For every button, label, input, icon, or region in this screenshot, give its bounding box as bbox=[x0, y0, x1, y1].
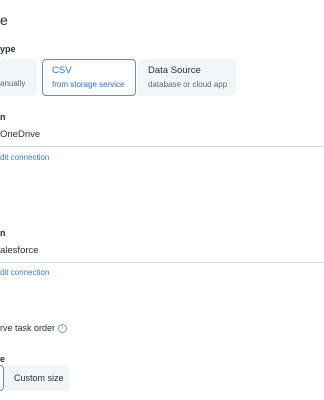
size-label: e bbox=[0, 354, 6, 364]
option-subtitle: anually bbox=[0, 79, 26, 88]
section-heading: e bbox=[0, 12, 8, 28]
edit-connection-link[interactable]: dit connection bbox=[0, 153, 49, 162]
option-subtitle: database or cloud app bbox=[148, 80, 228, 89]
location-field[interactable]: alesforce bbox=[0, 238, 324, 263]
location-value: alesforce bbox=[0, 245, 39, 256]
checkbox-label: rve task order bbox=[0, 323, 56, 333]
option-csv[interactable]: CSV from storage service bbox=[42, 59, 136, 96]
option-title: CSV bbox=[52, 65, 72, 76]
option-manually[interactable]: anually bbox=[0, 59, 37, 96]
location-label: n bbox=[0, 112, 6, 122]
option-subtitle: from storage service bbox=[52, 80, 125, 89]
size-option-custom[interactable]: Custom size bbox=[4, 365, 70, 391]
option-data-source[interactable]: Data Source database or cloud app bbox=[138, 59, 236, 96]
location-value: OneDrive bbox=[0, 129, 41, 140]
location-field[interactable]: OneDrive bbox=[0, 122, 324, 147]
info-icon[interactable]: i bbox=[58, 324, 68, 334]
type-label: ype bbox=[0, 44, 16, 54]
preserve-task-order-checkbox[interactable]: rve task order i bbox=[0, 323, 68, 334]
custom-size-label: Custom size bbox=[14, 373, 64, 383]
location-label: n bbox=[0, 228, 6, 238]
edit-connection-link[interactable]: dit connection bbox=[0, 268, 49, 277]
option-title: Data Source bbox=[148, 65, 201, 76]
